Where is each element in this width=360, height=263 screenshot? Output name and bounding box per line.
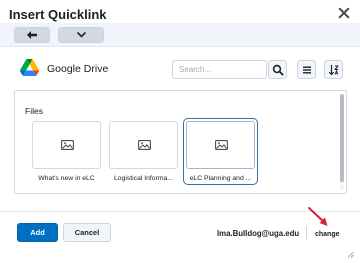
google-drive-icon — [20, 59, 39, 76]
list-icon — [303, 66, 311, 74]
close-icon[interactable] — [337, 6, 351, 20]
file-card[interactable]: What's new in eLC — [32, 121, 101, 182]
back-button[interactable] — [14, 27, 50, 43]
file-card-selected[interactable]: eLC Planning and ... — [183, 118, 258, 185]
list-view-button[interactable] — [297, 60, 316, 79]
arrow-left-icon — [27, 31, 37, 39]
resize-grip-icon[interactable] — [347, 251, 354, 258]
annotation-arrow-icon — [308, 207, 328, 226]
image-placeholder-icon — [215, 140, 228, 150]
file-name: What's new in eLC — [38, 175, 95, 182]
chevron-down-icon — [76, 32, 86, 38]
source-name: Google Drive — [47, 63, 109, 75]
search-icon — [272, 64, 284, 76]
dialog-title: Insert Quicklink — [9, 7, 107, 22]
file-thumbnail — [32, 121, 101, 169]
file-name: Logistical Informa... — [114, 175, 173, 182]
add-button[interactable]: Add — [17, 223, 58, 242]
menu-dropdown-button[interactable] — [58, 27, 104, 43]
files-panel: Files What's new in eLC Logistical Infor… — [14, 90, 347, 194]
image-placeholder-icon — [61, 140, 74, 150]
file-name: eLC Planning and ... — [189, 175, 252, 182]
file-thumbnail — [109, 121, 178, 169]
image-placeholder-icon — [138, 140, 151, 150]
sort-button[interactable] — [324, 60, 343, 79]
sort-icon — [328, 64, 339, 76]
toolbar — [0, 23, 360, 47]
account-email: lma.Bulldog@uga.edu — [217, 229, 300, 238]
search-button[interactable] — [268, 60, 287, 79]
search-input[interactable] — [172, 60, 267, 79]
cancel-button[interactable]: Cancel — [63, 223, 111, 242]
files-heading: Files — [25, 106, 43, 116]
file-card[interactable]: Logistical Informa... — [109, 121, 178, 182]
change-account-link[interactable]: change — [315, 231, 340, 238]
file-thumbnail — [186, 121, 255, 169]
scrollbar-thumb[interactable] — [340, 94, 344, 182]
